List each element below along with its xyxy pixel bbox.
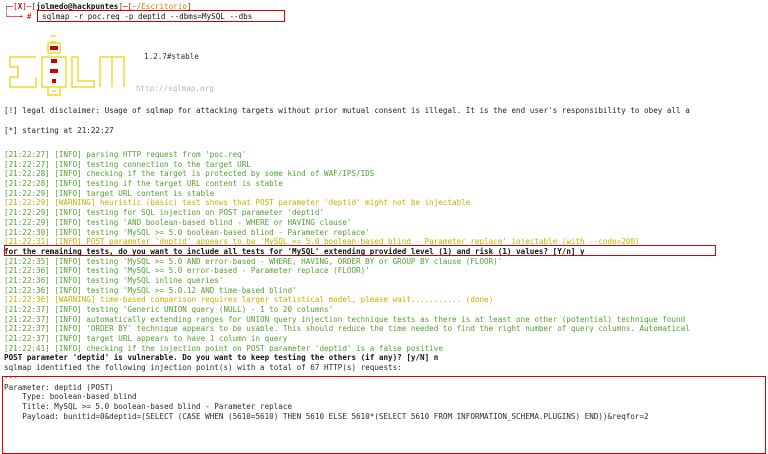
log-line: [21:22:36] [INFO] testing 'MySQL >= 5.0 …	[4, 266, 370, 276]
log-line: [21:22:36] [INFO] testing 'MySQL >= 5.0.…	[4, 285, 297, 295]
log-line: [21:22:37] [INFO] testing 'Generic UNION…	[4, 305, 334, 314]
log-line: POST parameter 'deptid' is vulnerable. D…	[4, 353, 439, 363]
log-line: [21:22:29] [INFO] target URL content is …	[4, 188, 215, 198]
log-line: [21:22:29] [WARNING] heuristic (basic) t…	[4, 198, 471, 208]
command-text[interactable]: sqlmap -r poc.req -p deptid --dbms=MySQL…	[42, 12, 252, 22]
log-line: [21:22:28] [INFO] testing if the target …	[4, 179, 283, 189]
starting-time: [*] starting at 21:22:27	[4, 126, 114, 135]
log-line: [21:22:29] [INFO] testing 'AND boolean-b…	[4, 217, 352, 227]
log-line: [21:22:37] [INFO] target URL appears to …	[4, 334, 288, 344]
log-line: [21:22:37] [INFO] automatically extendin…	[4, 314, 686, 324]
log-line: [21:22:27] [INFO] testing connection to …	[4, 159, 251, 169]
banner-version: 1.2.7#stable	[144, 52, 199, 61]
banner-url[interactable]: http://sqlmap.org	[136, 84, 214, 94]
log-line: [21:22:35] [INFO] testing 'MySQL >= 5.0 …	[4, 256, 503, 266]
log-line: [21:22:28] [INFO] checking if the target…	[4, 169, 375, 179]
sqlmap-logo-icon	[9, 35, 125, 96]
log-line: [21:22:30] [INFO] testing 'MySQL >= 5.0 …	[4, 227, 370, 237]
prompt-tail: └──╼ #	[4, 12, 32, 21]
log-line: [21:22:27] [INFO] parsing HTTP request f…	[4, 150, 247, 159]
prompt-separator: ]─[	[22, 2, 37, 11]
terminal-window[interactable]: ┌─[X]─[jolmedo@hackpuntes]─[~/Escritorio…	[0, 0, 768, 454]
log-line: [21:22:36] [WARNING] time-based comparis…	[4, 295, 494, 305]
log-line: [21:22:41] [INFO] checking if the inject…	[4, 343, 443, 353]
prompt-bracket: ┌─[	[4, 2, 18, 11]
legal-disclaimer: [!] legal disclaimer: Usage of sqlmap fo…	[4, 106, 690, 115]
prompt-line-2: └──╼ #	[4, 12, 31, 22]
log-line: [21:22:36] [INFO] testing 'MySQL inline …	[4, 275, 224, 285]
injectable-highlight-box	[4, 245, 716, 256]
log-line: [21:22:37] [INFO] 'ORDER BY' technique a…	[4, 324, 690, 334]
vulnerable-result-highlight-box	[2, 376, 766, 454]
log-line: sqlmap identified the following injectio…	[4, 363, 402, 373]
log-line: [21:22:29] [INFO] testing for SQL inject…	[4, 208, 325, 218]
